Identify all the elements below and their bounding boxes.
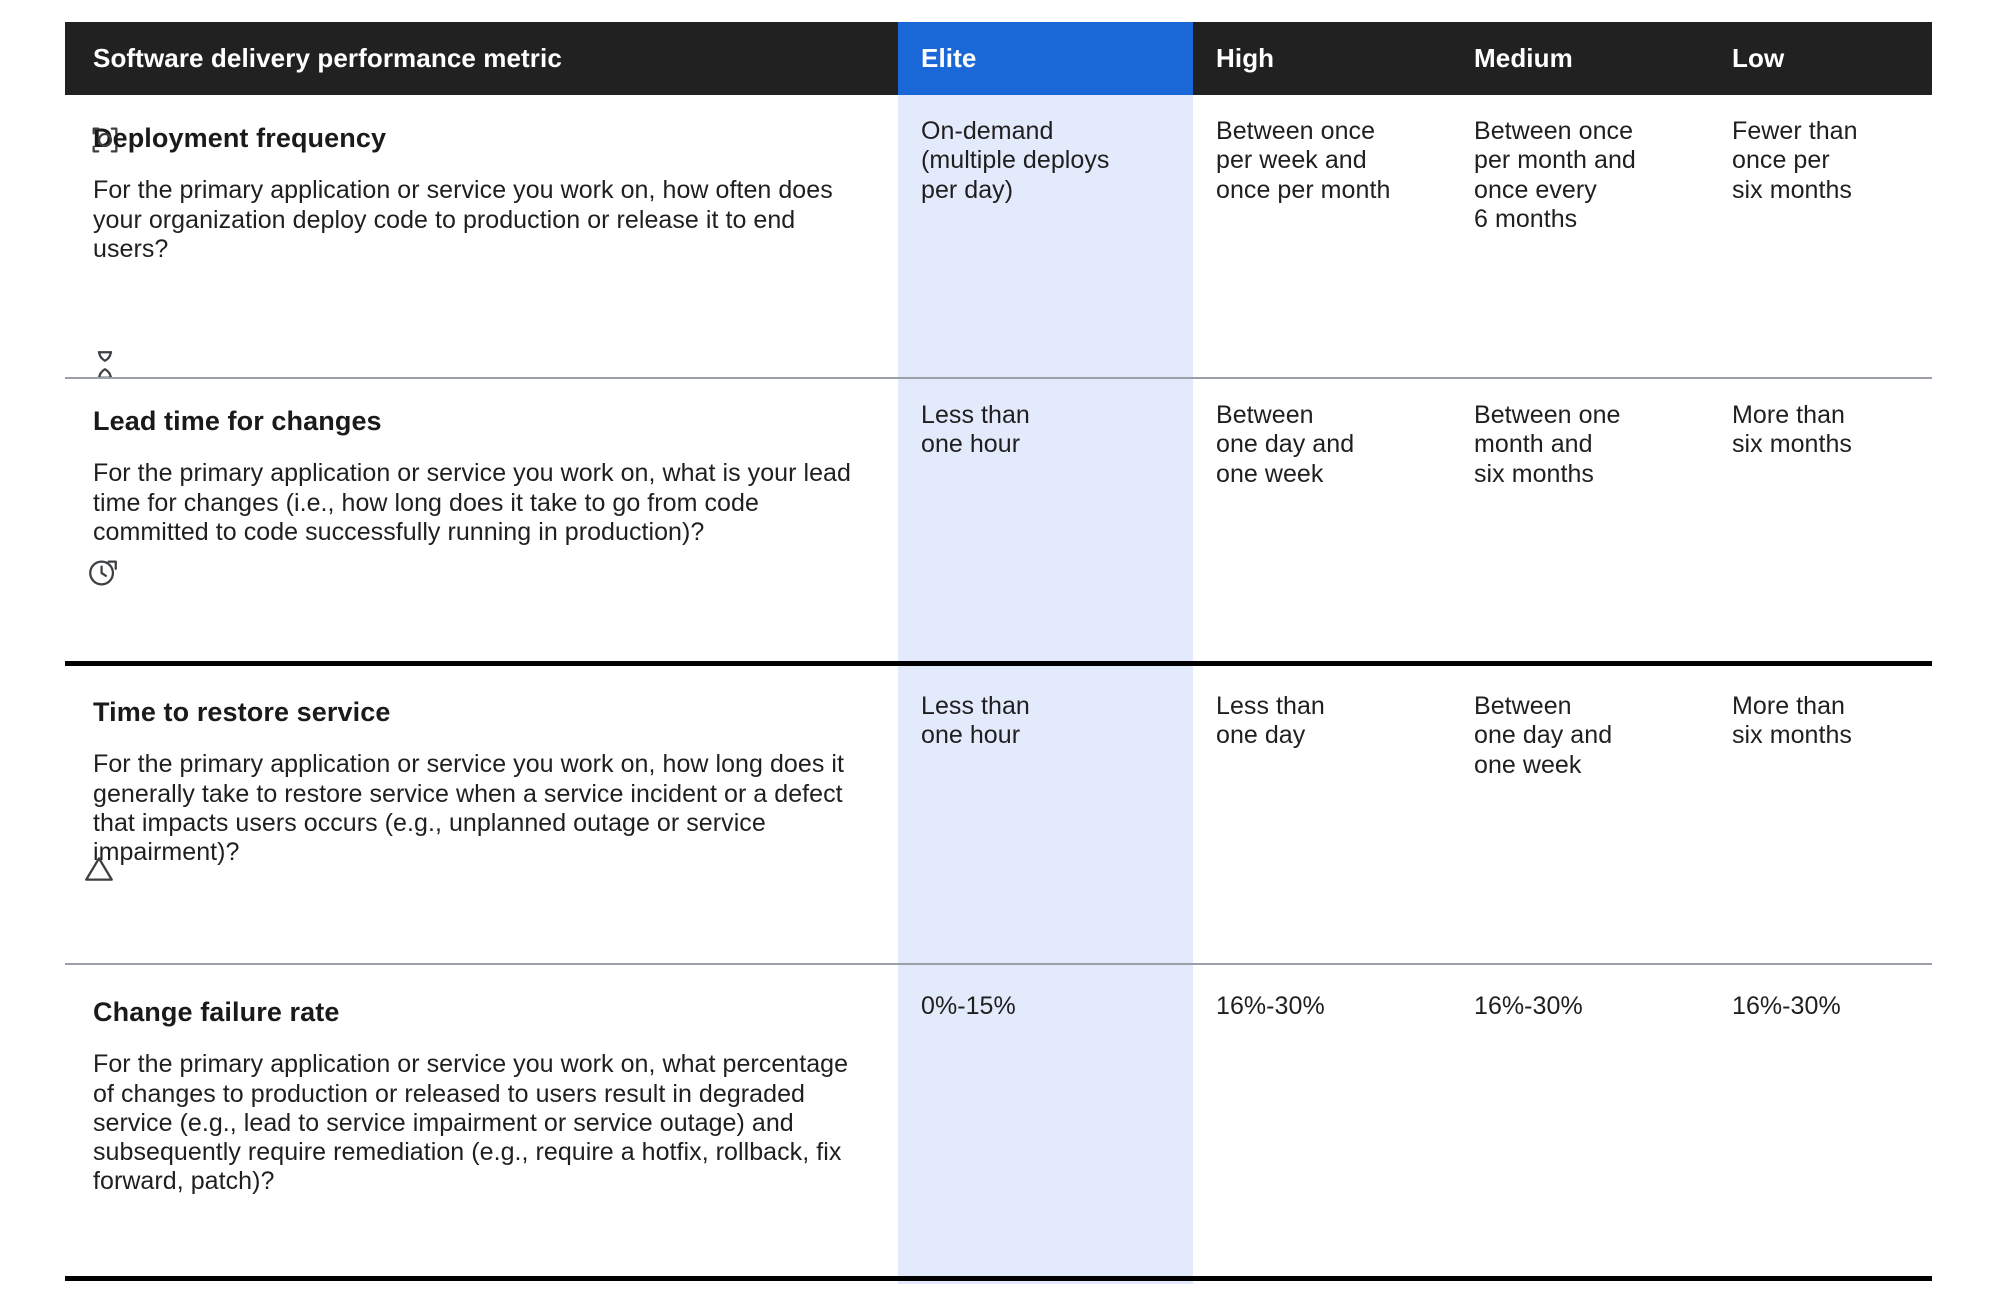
metric-description: For the primary application or service y… <box>93 176 833 263</box>
table-row: Time to restore service For the primary … <box>0 560 2000 964</box>
row-divider-1 <box>65 377 1932 379</box>
cell-elite: 0%-15% <box>921 992 1016 1020</box>
metric-title: Lead time for changes <box>93 406 382 436</box>
cell-low: More than six months <box>1732 692 1852 750</box>
row-divider-2 <box>65 661 1932 666</box>
cell-medium: Between once per month and once every 6 … <box>1474 117 1636 233</box>
cell-medium: 16%-30% <box>1474 992 1583 1020</box>
cell-low: Fewer than once per six months <box>1732 117 1858 204</box>
cell-low: More than six months <box>1732 401 1852 459</box>
cell-elite: Less than one hour <box>921 401 1030 459</box>
metric-description: For the primary application or service y… <box>93 750 844 867</box>
cell-high: Between one day and one week <box>1216 401 1355 488</box>
cell-high: Less than one day <box>1216 692 1325 750</box>
performance-metrics-table: Software delivery performance metric Eli… <box>0 0 2000 1295</box>
table-row: Deployment frequency For the primary app… <box>0 95 2000 373</box>
cell-high: 16%-30% <box>1216 992 1325 1020</box>
table-bottom-border <box>65 1276 1932 1281</box>
metric-title: Time to restore service <box>93 697 391 727</box>
table-row: Lead time for changes For the primary ap… <box>0 351 2000 664</box>
cell-low: 16%-30% <box>1732 992 1841 1020</box>
metric-cell: Time to restore service For the primary … <box>0 560 898 964</box>
column-header-high: High <box>1216 43 1275 73</box>
column-header-elite: Elite <box>921 43 977 73</box>
column-header-metric: Software delivery performance metric <box>93 43 562 73</box>
metric-cell: Lead time for changes For the primary ap… <box>0 351 898 664</box>
column-header-medium: Medium <box>1474 43 1573 73</box>
row-divider-3 <box>65 963 1932 965</box>
table-body: Deployment frequency For the primary app… <box>0 95 2000 1286</box>
metric-cell: Change failure rate For the primary appl… <box>0 857 898 1286</box>
metric-cell: Deployment frequency For the primary app… <box>0 95 898 373</box>
warning-triangle-icon <box>82 852 116 886</box>
metric-title: Change failure rate <box>93 997 340 1027</box>
cell-elite: Less than one hour <box>921 692 1030 750</box>
cell-medium: Between one day and one week <box>1474 692 1613 779</box>
metric-title: Deployment frequency <box>93 123 387 153</box>
metric-description: For the primary application or service y… <box>93 1050 849 1196</box>
clock-restore-icon <box>86 556 120 590</box>
column-header-low: Low <box>1732 43 1785 73</box>
cell-elite: On-demand (multiple deploys per day) <box>921 117 1110 204</box>
metric-description: For the primary application or service y… <box>93 459 851 546</box>
cell-high: Between once per week and once per month <box>1216 117 1391 204</box>
deployment-rocket-icon <box>88 123 122 157</box>
table-row: Change failure rate For the primary appl… <box>0 857 2000 1286</box>
cell-medium: Between one month and six months <box>1474 401 1621 488</box>
table-header-row: Software delivery performance metric Eli… <box>65 22 1932 95</box>
